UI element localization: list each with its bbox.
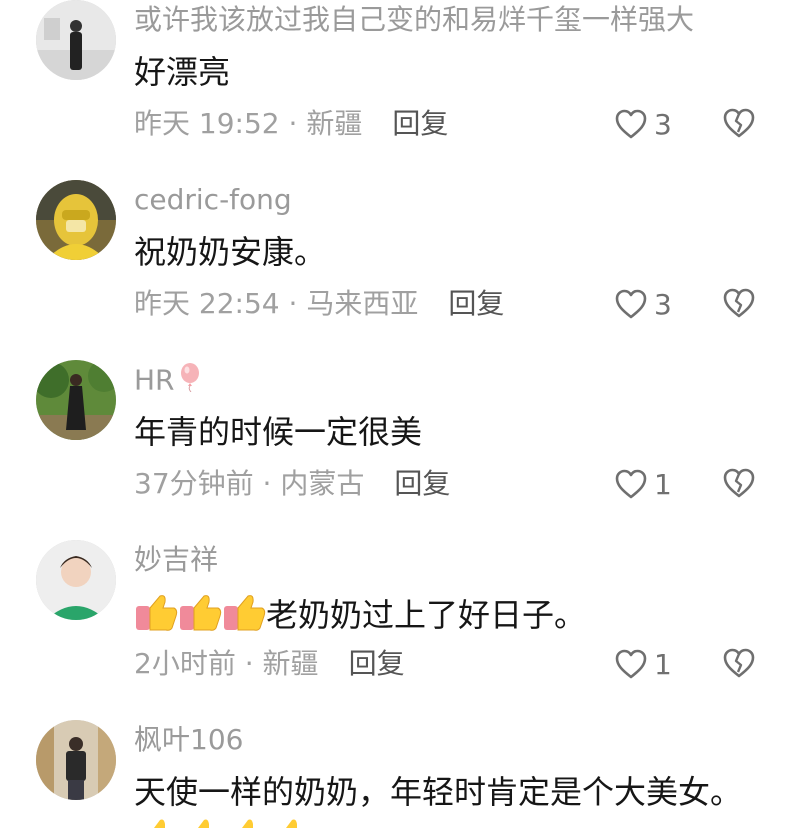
username[interactable]: 或许我该放过我自己变的和易烊千玺一样强大	[134, 2, 694, 38]
meta-separator: ·	[288, 107, 298, 140]
like-count: 1	[654, 647, 672, 681]
comment-text: 老奶奶过上了好日子。	[134, 592, 586, 641]
comment-item: 枫叶106 天使一样的奶奶，年轻时肯定是个大美女。	[0, 720, 800, 823]
thumbs-up-emoji-icon	[134, 592, 266, 641]
avatar[interactable]	[36, 0, 116, 80]
comment-meta: 2小时前 · 新疆 回复	[134, 646, 405, 682]
comment-text: 好漂亮	[134, 53, 231, 91]
meta-separator: ·	[288, 287, 298, 320]
heart-icon	[615, 649, 647, 679]
like-button[interactable]: 3	[614, 104, 672, 144]
comment-time: 2小时前	[134, 647, 236, 680]
like-count: 3	[654, 107, 672, 141]
avatar[interactable]	[36, 720, 116, 800]
broken-heart-icon	[723, 468, 755, 498]
username[interactable]: HR	[134, 362, 201, 401]
heart-icon	[615, 109, 647, 139]
comment-time: 37分钟前	[134, 467, 254, 500]
comment-location: 马来西亚	[306, 287, 419, 320]
avatar[interactable]	[36, 540, 116, 620]
username[interactable]: 枫叶106	[134, 722, 243, 758]
avatar[interactable]	[36, 180, 116, 260]
like-button[interactable]: 1	[614, 644, 672, 684]
comment-meta: 昨天 22:54 · 马来西亚 回复	[134, 286, 504, 322]
broken-heart-icon	[723, 108, 755, 138]
comment-text-body: 老奶奶过上了好日子。	[266, 596, 587, 634]
comment-item: 妙吉祥 老奶奶过上了好日子。 2小时前 · 新疆 回复 1	[0, 540, 800, 720]
comment-text: 祝奶奶安康。	[134, 233, 327, 271]
like-button[interactable]: 1	[614, 464, 672, 504]
comment-text: 年青的时候一定很美	[134, 413, 423, 451]
reply-button[interactable]: 回复	[394, 467, 450, 500]
comment-location: 新疆	[262, 647, 319, 680]
comment-time: 昨天 22:54	[134, 287, 280, 320]
comment-meta: 昨天 19:52 · 新疆 回复	[134, 106, 448, 142]
comment-meta: 37分钟前 · 内蒙古 回复	[134, 466, 450, 502]
username-text: HR	[134, 363, 175, 397]
broken-heart-icon	[723, 648, 755, 678]
username[interactable]: 妙吉祥	[134, 542, 218, 578]
heart-icon	[615, 289, 647, 319]
dislike-button[interactable]	[722, 286, 756, 322]
comment-location: 新疆	[306, 107, 363, 140]
avatar[interactable]	[36, 360, 116, 440]
comment-item: HR 年青的时候一定很美 37分钟前 · 内蒙古 回复 1	[0, 360, 800, 540]
dislike-button[interactable]	[722, 106, 756, 142]
reply-button[interactable]: 回复	[392, 107, 448, 140]
reply-button[interactable]: 回复	[448, 287, 504, 320]
like-count: 3	[654, 287, 672, 321]
comment-item: cedric-fong 祝奶奶安康。 昨天 22:54 · 马来西亚 回复 3	[0, 180, 800, 360]
dislike-button[interactable]	[722, 646, 756, 682]
comment-item: 或许我该放过我自己变的和易烊千玺一样强大 好漂亮 昨天 19:52 · 新疆 回复…	[0, 0, 800, 180]
meta-separator: ·	[262, 467, 272, 500]
comment-text: 天使一样的奶奶，年轻时肯定是个大美女。	[134, 773, 743, 811]
dislike-button[interactable]	[722, 466, 756, 502]
reply-button[interactable]: 回复	[349, 647, 405, 680]
heart-icon	[615, 469, 647, 499]
comment-location: 内蒙古	[280, 467, 365, 500]
like-button[interactable]: 3	[614, 284, 672, 324]
comment-time: 昨天 19:52	[134, 107, 280, 140]
meta-separator: ·	[244, 647, 254, 680]
username[interactable]: cedric-fong	[134, 182, 292, 218]
balloon-emoji-icon	[179, 362, 201, 401]
broken-heart-icon	[723, 288, 755, 318]
like-count: 1	[654, 467, 672, 501]
